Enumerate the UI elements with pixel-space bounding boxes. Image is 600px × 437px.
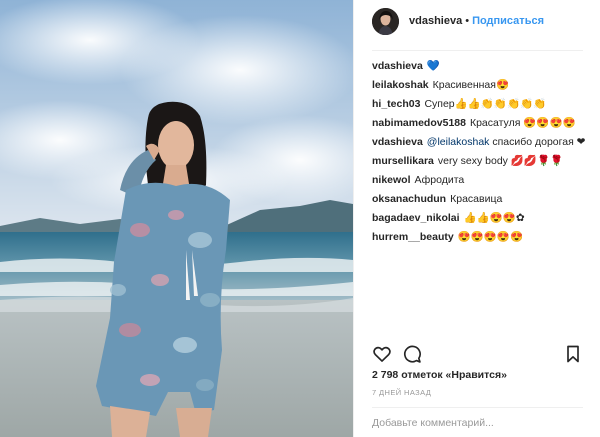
comment-mention-link[interactable]: @leilakoshak (427, 136, 490, 148)
comment-item: oksanachudun Красавица (372, 190, 587, 209)
bookmark-icon (567, 345, 579, 363)
comment-username[interactable]: nikewol (372, 174, 411, 186)
comment-text: Супер👍👍👏👏👏👏👏 (424, 98, 547, 110)
save-button[interactable] (563, 344, 583, 364)
comment-text: спасибо дорогая ❤ (489, 136, 586, 148)
comment-item: mursellikara very sexy body 💋💋🌹🌹 (372, 152, 587, 171)
comment-text: Красатуля 😍😍😍😍 (469, 117, 576, 129)
post-timestamp[interactable]: 7 дней назад (372, 388, 431, 397)
comment-item: bagadaev_nikolai 👍👍😍😍✿ (372, 209, 587, 228)
comment-username[interactable]: nabimamedov5188 (372, 117, 466, 129)
add-comment-form (372, 414, 583, 432)
comment-username[interactable]: bagadaev_nikolai (372, 212, 460, 224)
post-sidebar: vdashieva • Подписаться vdashieva 💙 leila… (353, 0, 600, 437)
action-bar (372, 344, 583, 364)
comment-item: hi_tech03 Супер👍👍👏👏👏👏👏 (372, 95, 587, 114)
comment-text: very sexy body 💋💋🌹🌹 (437, 155, 564, 167)
comment-item: nikewol Афродита (372, 171, 587, 190)
instagram-post: vdashieva • Подписаться vdashieva 💙 leila… (0, 0, 600, 437)
heart-icon (373, 346, 391, 362)
post-photo[interactable] (0, 0, 353, 437)
footer-divider (372, 407, 583, 408)
post-header: vdashieva • Подписаться (354, 0, 600, 42)
comment-username[interactable]: hurrem__beauty (372, 231, 454, 243)
comment-username[interactable]: leilakoshak (372, 79, 429, 91)
comment-username[interactable]: hi_tech03 (372, 98, 420, 110)
comment-username[interactable]: vdashieva (372, 60, 423, 72)
comment-item: nabimamedov5188 Красатуля 😍😍😍😍 (372, 114, 587, 133)
avatar[interactable] (372, 7, 399, 35)
avatar-image-icon (372, 7, 399, 35)
add-comment-input[interactable] (372, 414, 583, 432)
comment-username[interactable]: mursellikara (372, 155, 434, 167)
photo-illustration (0, 0, 353, 437)
likes-count[interactable]: 2 798 отметок «Нравится» (372, 369, 507, 381)
like-button[interactable] (372, 344, 392, 364)
follow-button[interactable]: Подписаться (472, 15, 544, 27)
comment-list: vdashieva 💙 leilakoshak Красивенная😍 hi_te… (372, 57, 587, 247)
header-divider (372, 50, 583, 51)
comment-text: 😍😍😍😍😍 (457, 231, 524, 243)
comment-text: 💙 (426, 60, 440, 72)
speech-bubble-icon (403, 345, 421, 363)
comment-item: hurrem__beauty 😍😍😍😍😍 (372, 228, 587, 247)
comment-item: vdashieva @leilakoshak спасибо дорогая ❤ (372, 133, 587, 152)
comment-text: 👍👍😍😍✿ (463, 212, 525, 224)
comment-text: Афродита (414, 174, 465, 186)
comment-text: Красавица (450, 193, 503, 205)
comment-item: leilakoshak Красивенная😍 (372, 76, 587, 95)
comment-button[interactable] (402, 344, 422, 364)
comment-username[interactable]: oksanachudun (372, 193, 446, 205)
header-username[interactable]: vdashieva (409, 15, 462, 27)
comment-text: Красивенная😍 (432, 79, 510, 91)
header-separator: • (465, 15, 470, 27)
comment-username[interactable]: vdashieva (372, 136, 423, 148)
comment-item: vdashieva 💙 (372, 57, 587, 76)
